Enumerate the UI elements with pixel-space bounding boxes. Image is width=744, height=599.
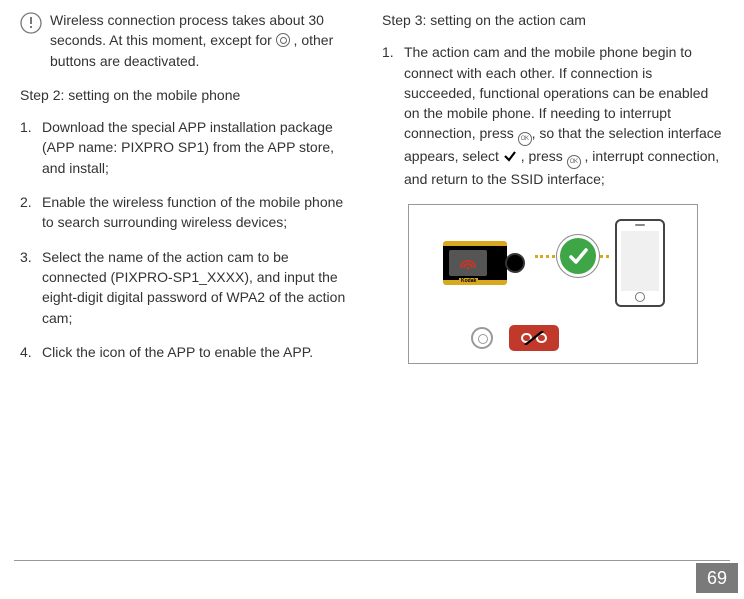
footer-divider bbox=[14, 560, 730, 561]
ok-button-icon bbox=[518, 132, 532, 146]
warning-text: Wireless connection process takes about … bbox=[50, 10, 352, 71]
camera-brand: Kodak bbox=[459, 278, 478, 285]
connection-illustration: Kodak bbox=[408, 204, 698, 364]
success-check-icon bbox=[557, 235, 599, 277]
list-item: 2.Enable the wireless function of the mo… bbox=[20, 192, 352, 233]
list-item: 1. The action cam and the mobile phone b… bbox=[382, 42, 724, 189]
action-cam-illustration: Kodak bbox=[437, 233, 527, 291]
page-number: 69 bbox=[696, 563, 738, 593]
step2-list: 1.Download the special APP installation … bbox=[10, 117, 352, 362]
check-icon bbox=[503, 149, 517, 163]
ok-button-icon bbox=[567, 155, 581, 169]
right-column: Step 3: setting on the action cam 1. The… bbox=[382, 10, 724, 376]
warning-note: Wireless connection process takes about … bbox=[10, 10, 352, 71]
warning-icon bbox=[20, 12, 42, 34]
step2-heading: Step 2: setting on the mobile phone bbox=[10, 85, 352, 105]
disconnect-icon bbox=[509, 325, 559, 351]
list-item: 1.Download the special APP installation … bbox=[20, 117, 352, 178]
step3-list: 1. The action cam and the mobile phone b… bbox=[382, 42, 724, 189]
record-button-icon bbox=[276, 33, 290, 47]
left-column: Wireless connection process takes about … bbox=[10, 10, 352, 376]
list-item: 3.Select the name of the action cam to b… bbox=[20, 247, 352, 328]
list-item: 4.Click the icon of the APP to enable th… bbox=[20, 342, 352, 362]
step3-heading: Step 3: setting on the action cam bbox=[382, 10, 724, 30]
phone-illustration bbox=[615, 219, 665, 307]
record-button-illustration bbox=[471, 327, 493, 349]
